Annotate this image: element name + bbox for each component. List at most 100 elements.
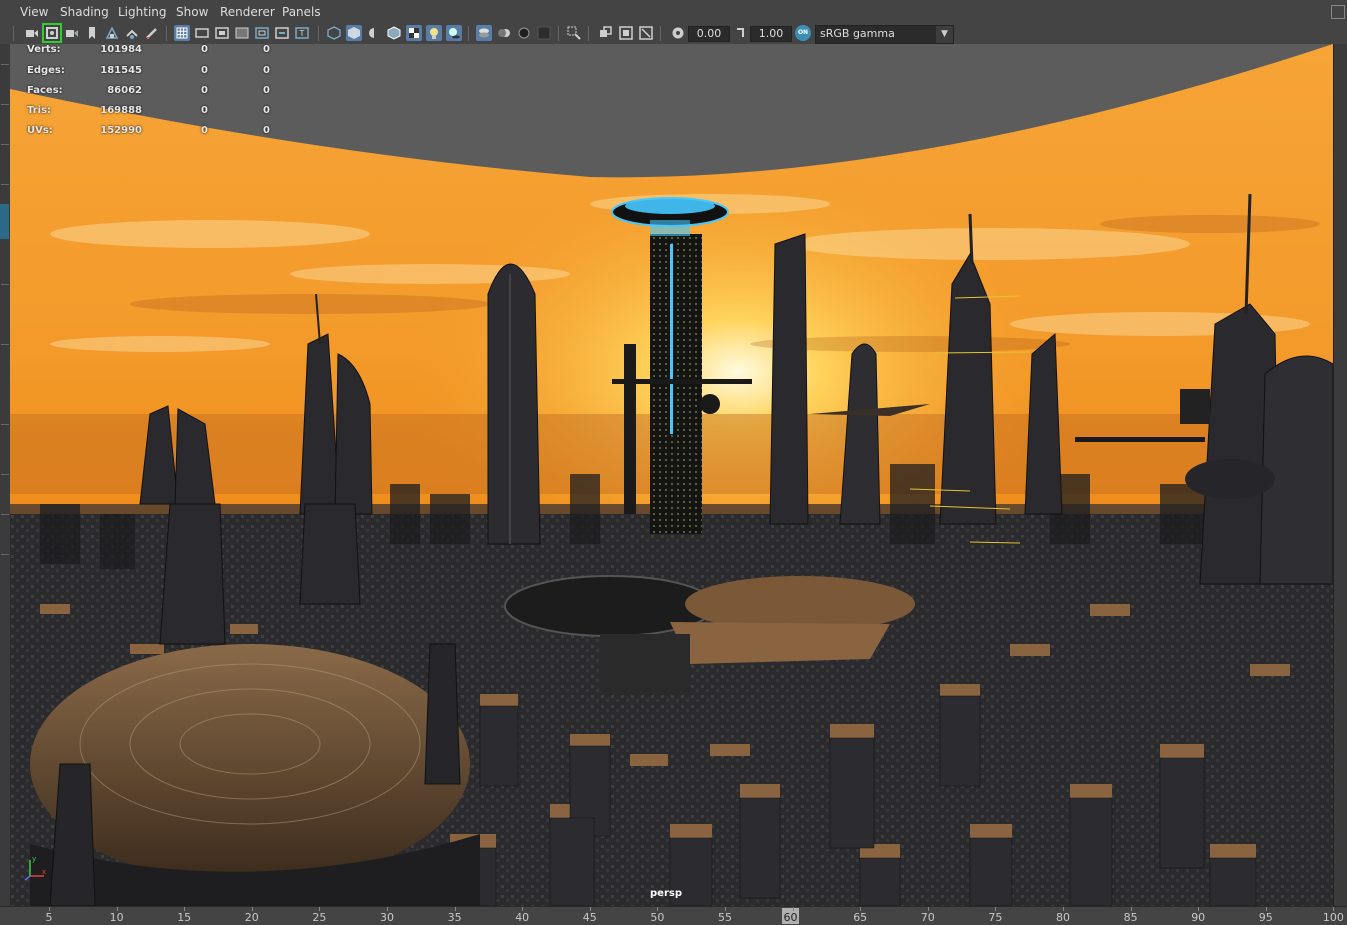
menu-show[interactable]: Show <box>176 5 208 19</box>
panel-maximize-icon[interactable] <box>1331 5 1345 19</box>
hud-value: 0 <box>201 105 208 116</box>
color-space-dropdown[interactable]: sRGB gamma ▼ <box>815 25 954 44</box>
toolbar-separator <box>558 26 559 41</box>
xray-icon[interactable] <box>598 25 614 41</box>
timeline-tick-label: 65 <box>853 911 868 924</box>
timeline-tick-label: 15 <box>177 911 192 924</box>
strip-mark <box>1 474 9 475</box>
color-space-value: sRGB gamma <box>820 27 895 40</box>
scene-render <box>10 44 1333 906</box>
hud-row-tris: Tris: 169888 0 0 <box>10 105 280 119</box>
color-management-badge: ON <box>797 29 809 36</box>
strip-mark <box>1 284 9 285</box>
anti-aliasing-icon[interactable] <box>516 25 532 41</box>
hud-value: 86062 <box>107 85 142 96</box>
hud-row-faces: Faces: 86062 0 0 <box>10 85 280 99</box>
depth-of-field-icon[interactable] <box>536 25 552 41</box>
wireframe-icon[interactable] <box>326 25 342 41</box>
panel-toolbar: T 0.00 1.00 ON sRGB gamma ▼ <box>0 23 1347 44</box>
grease-pencil-icon[interactable] <box>144 25 160 41</box>
timeline-tick-label: 50 <box>650 911 665 924</box>
toolbar-separator <box>166 26 167 41</box>
shadows-icon[interactable] <box>446 25 462 41</box>
strip-mark <box>1 514 9 515</box>
timeline-tick-label: 25 <box>312 911 327 924</box>
menu-renderer[interactable]: Renderer <box>220 5 275 19</box>
menu-lighting[interactable]: Lighting <box>118 5 167 19</box>
two-d-pan-zoom-icon[interactable] <box>124 25 140 41</box>
exposure-icon[interactable] <box>670 25 686 41</box>
chevron-down-icon[interactable]: ▼ <box>936 26 953 43</box>
hud-label: Tris: <box>27 105 52 116</box>
xray-active-components-icon[interactable] <box>638 25 654 41</box>
use-all-lights-icon[interactable] <box>426 25 442 41</box>
hud-value: 0 <box>263 125 270 136</box>
xray-joints-icon[interactable] <box>618 25 634 41</box>
menu-view[interactable]: View <box>20 5 48 19</box>
bounding-box-icon[interactable] <box>366 25 382 41</box>
current-frame-label: 60 <box>783 911 798 924</box>
safe-action-icon[interactable] <box>274 25 290 41</box>
select-camera-icon[interactable] <box>24 25 40 41</box>
timeline-tick-label: 40 <box>515 911 530 924</box>
strip-mark <box>1 64 9 65</box>
resolution-gate-icon[interactable] <box>214 25 230 41</box>
camera-attributes-icon[interactable] <box>42 23 62 43</box>
gamma-field[interactable]: 1.00 <box>750 26 792 42</box>
field-chart-icon[interactable] <box>254 25 270 41</box>
right-panel-strip <box>1333 44 1347 906</box>
grid-icon[interactable] <box>174 25 190 41</box>
exposure-field[interactable]: 0.00 <box>688 26 730 42</box>
toolbar-separator <box>660 26 661 41</box>
menu-shading[interactable]: Shading <box>60 5 109 19</box>
maya-viewport-panel: View Shading Lighting Show Renderer Pane… <box>0 0 1347 925</box>
hud-value: 0 <box>263 105 270 116</box>
hud-value: 0 <box>263 65 270 76</box>
hud-row-uvs: UVs: 152990 0 0 <box>10 125 280 139</box>
svg-text:T: T <box>299 29 305 38</box>
hud-value: 0 <box>201 65 208 76</box>
time-slider[interactable]: 60 5 10 15 20 25 30 35 40 45 50 55 65 70 75 80 85 90 95 10… <box>0 906 1347 925</box>
timeline-tick <box>792 907 794 911</box>
panel-resize-handle[interactable] <box>0 204 9 239</box>
timeline-tick-label: 80 <box>1056 911 1070 924</box>
gamma-icon[interactable] <box>733 25 749 41</box>
gate-mask-icon[interactable] <box>234 25 250 41</box>
hud-value: 0 <box>201 44 208 55</box>
bookmark-camera-icon[interactable] <box>64 25 80 41</box>
camera-name-label: persp <box>650 888 682 899</box>
safe-title-icon[interactable]: T <box>294 25 310 41</box>
wireframe-on-shaded-icon[interactable] <box>386 25 402 41</box>
current-frame-marker[interactable]: 60 <box>782 908 799 924</box>
hud-label: Faces: <box>27 85 63 96</box>
smooth-shade-icon[interactable] <box>346 25 362 41</box>
hud-label: Edges: <box>27 65 65 76</box>
film-gate-icon[interactable] <box>194 25 210 41</box>
hud-label: Verts: <box>27 44 61 55</box>
color-management-icon[interactable]: ON <box>795 25 811 41</box>
motion-blur-icon[interactable] <box>496 25 512 41</box>
menu-panels[interactable]: Panels <box>282 5 321 19</box>
hud-value: 169888 <box>100 105 142 116</box>
timeline-tick-label: 5 <box>45 911 53 924</box>
screen-space-ao-icon[interactable] <box>476 25 492 41</box>
timeline-tick-label: 10 <box>109 911 124 924</box>
strip-mark <box>1 424 9 425</box>
isolate-select-icon[interactable] <box>566 25 582 41</box>
image-plane-icon[interactable] <box>104 25 120 41</box>
hud-value: 0 <box>263 85 270 96</box>
toolbar-separator <box>588 26 589 41</box>
timeline-tick-label: 85 <box>1123 911 1138 924</box>
viewport-3d[interactable]: Verts: 101984 0 0 Edges: 181545 0 0 Face… <box>10 44 1333 906</box>
strip-mark <box>1 344 9 345</box>
hud-row-edges: Edges: 181545 0 0 <box>10 65 280 79</box>
timeline-tick-label: 20 <box>244 911 259 924</box>
timeline-tick-label: 70 <box>920 911 935 924</box>
textured-icon[interactable] <box>406 25 422 41</box>
toolbar-separator <box>318 26 319 41</box>
timeline-tick-label: 35 <box>447 911 462 924</box>
axis-x-label: x <box>42 868 46 876</box>
timeline-tick-label: 95 <box>1258 911 1273 924</box>
bookmark-icon[interactable] <box>84 25 100 41</box>
timeline-tick-label: 45 <box>582 911 597 924</box>
